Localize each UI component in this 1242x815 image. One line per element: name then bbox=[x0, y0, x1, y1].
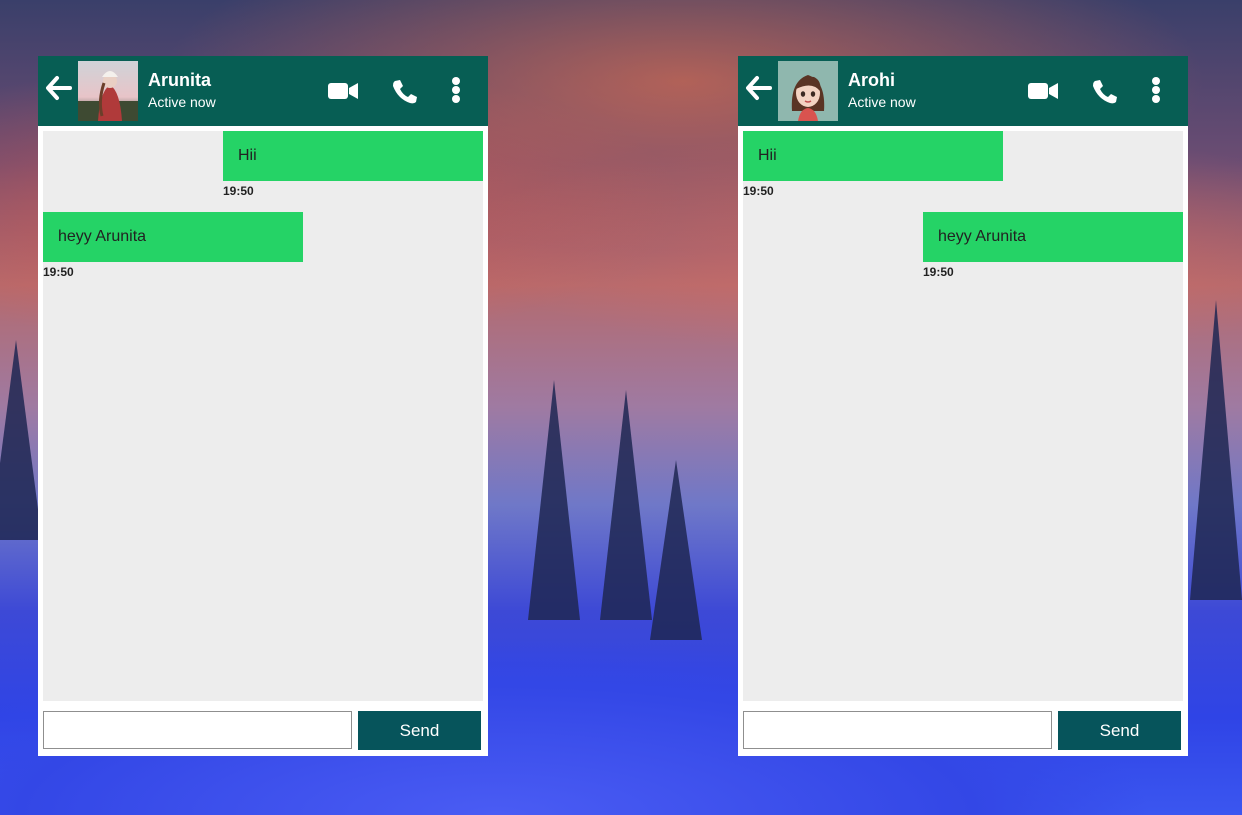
video-camera-icon[interactable] bbox=[327, 76, 359, 106]
message-time: 19:50 bbox=[223, 184, 254, 198]
chat-header: Arunita Active now bbox=[38, 56, 488, 126]
message-composer: Send bbox=[743, 711, 1183, 751]
contact-name: Arohi bbox=[848, 70, 895, 90]
message-incoming: Hii 19:50 bbox=[743, 131, 1003, 198]
back-arrow-icon[interactable] bbox=[744, 73, 774, 103]
chat-window-arohi: Arohi Active now Hii 19:50 heyy Arunita … bbox=[738, 56, 1188, 756]
message-incoming: heyy Arunita 19:50 bbox=[43, 212, 303, 279]
message-input[interactable] bbox=[43, 711, 352, 749]
video-camera-icon[interactable] bbox=[1027, 76, 1059, 106]
more-vertical-icon[interactable] bbox=[446, 76, 466, 106]
phone-icon[interactable] bbox=[390, 76, 420, 106]
message-list[interactable]: Hii 19:50 heyy Arunita 19:50 bbox=[43, 131, 483, 701]
tree-silhouette bbox=[0, 340, 42, 540]
message-time: 19:50 bbox=[743, 184, 774, 198]
send-button[interactable]: Send bbox=[358, 711, 481, 750]
message-time: 19:50 bbox=[43, 265, 74, 279]
message-bubble: heyy Arunita bbox=[43, 212, 303, 262]
contact-avatar[interactable] bbox=[78, 61, 138, 121]
chat-window-arunita: Arunita Active now Hii 19:50 heyy Arunit… bbox=[38, 56, 488, 756]
message-bubble: Hii bbox=[743, 131, 1003, 181]
message-bubble: Hii bbox=[223, 131, 483, 181]
contact-status: Active now bbox=[148, 94, 216, 110]
message-list[interactable]: Hii 19:50 heyy Arunita 19:50 bbox=[743, 131, 1183, 701]
send-button[interactable]: Send bbox=[1058, 711, 1181, 750]
message-bubble: heyy Arunita bbox=[923, 212, 1183, 262]
more-vertical-icon[interactable] bbox=[1146, 76, 1166, 106]
contact-name: Arunita bbox=[148, 70, 211, 90]
chat-header: Arohi Active now bbox=[738, 56, 1188, 126]
message-input[interactable] bbox=[743, 711, 1052, 749]
message-outgoing: Hii 19:50 bbox=[223, 131, 483, 198]
contact-status: Active now bbox=[848, 94, 916, 110]
contact-avatar[interactable] bbox=[778, 61, 838, 121]
message-composer: Send bbox=[43, 711, 483, 751]
back-arrow-icon[interactable] bbox=[44, 73, 74, 103]
message-time: 19:50 bbox=[923, 265, 954, 279]
message-outgoing: heyy Arunita 19:50 bbox=[923, 212, 1183, 279]
phone-icon[interactable] bbox=[1090, 76, 1120, 106]
